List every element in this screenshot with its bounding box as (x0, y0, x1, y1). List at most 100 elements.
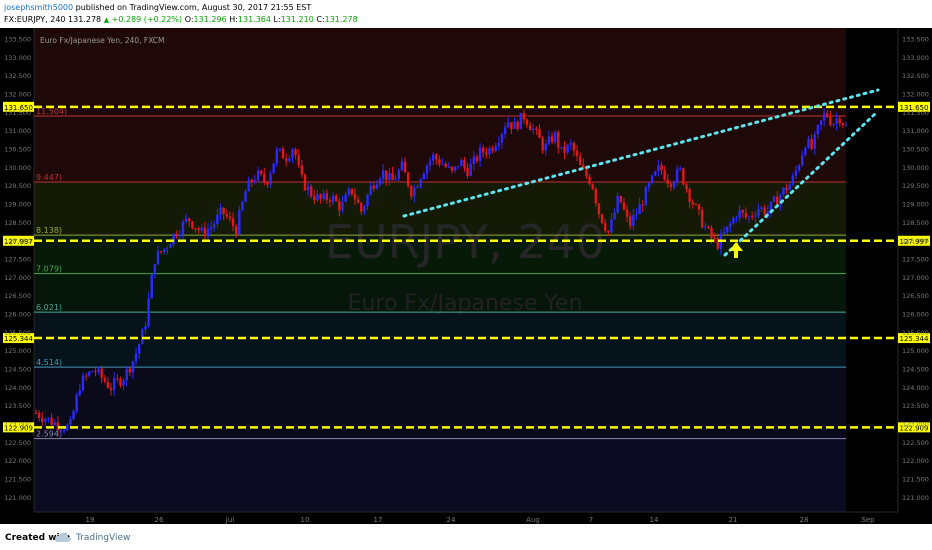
candle-body (419, 179, 422, 187)
candle-body (547, 136, 551, 144)
low-value: 131.210 (280, 15, 314, 24)
x-tick: 28 (800, 516, 809, 524)
candle-body (657, 165, 660, 172)
candle-body (188, 218, 191, 222)
candle-body (403, 161, 407, 173)
candle-body (266, 181, 269, 185)
candle-body (241, 201, 244, 211)
candle-body (550, 136, 554, 143)
price-chart[interactable]: EURJPY, 240 Euro Fx/Japanese Yen 11.504)… (0, 28, 932, 524)
candle-body (172, 233, 175, 245)
candle-body (572, 143, 576, 151)
candle-body (713, 238, 716, 240)
candle-body (341, 201, 344, 211)
y-tick-left: 124.500 (4, 366, 31, 374)
fib-band (34, 438, 846, 512)
candle-body (707, 226, 710, 228)
candle-body (679, 168, 682, 170)
candle-body (732, 217, 735, 224)
y-tick-right: 130.000 (902, 164, 929, 172)
x-tick: 10 (301, 516, 310, 524)
open-value: 131.296 (193, 15, 227, 24)
candle-body (528, 125, 532, 131)
candle-body (666, 179, 669, 184)
candle-body (91, 371, 94, 373)
candle-body (603, 222, 607, 231)
y-tick-right: 125.000 (902, 347, 929, 355)
candle-body (331, 195, 335, 202)
chart-area[interactable]: EURJPY, 240 Euro Fx/Japanese Yen 11.504)… (0, 28, 932, 524)
candle-body (281, 148, 285, 159)
tradingview-brand[interactable]: TradingView (76, 533, 130, 543)
candle-body (128, 368, 132, 373)
candle-body (363, 206, 366, 212)
candle-body (385, 170, 388, 181)
x-tick: 21 (729, 516, 738, 524)
candle-body (147, 298, 150, 327)
y-tick-right: 130.500 (902, 146, 929, 154)
y-tick-right: 133.000 (902, 54, 929, 62)
candle-body (103, 377, 107, 382)
candle-body (206, 229, 210, 237)
y-tick-left: 122.500 (4, 439, 31, 447)
candle-body (316, 194, 319, 201)
candle-body (69, 419, 72, 425)
candle-body (644, 187, 648, 206)
published-text: published on TradingView.com, August 30,… (75, 3, 312, 12)
y-tick-left: 127.500 (4, 256, 31, 264)
y-tick-left: 121.500 (4, 476, 31, 484)
candle-body (303, 174, 307, 191)
candle-body (131, 361, 135, 373)
candle-body (244, 191, 247, 202)
candle-body (591, 184, 594, 190)
tradingview-cloud-icon (54, 532, 72, 542)
y-tick-right: 122.500 (902, 439, 929, 447)
y-tick-left: 128.000 (4, 237, 31, 245)
x-tick: 14 (650, 516, 659, 524)
x-tick: Jul (225, 516, 235, 524)
candle-body (47, 417, 50, 420)
y-tick-left: 127.000 (4, 274, 31, 282)
candle-body (463, 159, 466, 168)
ohlc-line: FX:EURJPY, 240 131.278 ▲ +0.289 (+0.22%)… (4, 14, 358, 26)
candle-body (410, 186, 413, 197)
candle-body (700, 209, 704, 228)
candle-body (688, 188, 691, 202)
candle-body (494, 146, 497, 151)
candle-body (416, 186, 419, 188)
candle-body (75, 394, 78, 412)
candle-body (757, 209, 760, 216)
candle-body (488, 148, 491, 155)
candle-body (159, 251, 163, 253)
candle-body (213, 224, 216, 228)
candle-body (841, 123, 845, 126)
y-tick-left: 124.000 (4, 384, 31, 392)
candle-body (541, 138, 544, 151)
y-tick-right: 126.500 (902, 292, 929, 300)
y-tick-right: 131.500 (902, 109, 929, 117)
y-tick-right: 128.000 (902, 237, 929, 245)
x-tick: 17 (374, 516, 383, 524)
candle-body (819, 120, 823, 126)
y-tick-right: 122.000 (902, 457, 929, 465)
candle-body (37, 413, 41, 418)
candle-body (669, 183, 673, 188)
candle-body (503, 127, 507, 134)
author-link[interactable]: josephsmith5000 (4, 3, 73, 12)
y-tick-right: 123.000 (902, 421, 929, 429)
y-tick-left: 133.500 (4, 36, 31, 44)
candle-body (807, 139, 810, 148)
last-price: 131.278 (68, 15, 102, 24)
candle-body (250, 179, 253, 183)
y-tick-left: 129.000 (4, 201, 31, 209)
y-tick-left: 129.500 (4, 182, 31, 190)
candle-body (72, 411, 75, 420)
candle-body (722, 232, 726, 234)
y-tick-left: 132.500 (4, 72, 31, 80)
candle-body (169, 244, 172, 248)
candle-body (797, 165, 801, 171)
candle-body (138, 344, 141, 354)
candle-body (41, 417, 44, 422)
x-tick: 7 (589, 516, 593, 524)
candle-body (694, 204, 698, 206)
